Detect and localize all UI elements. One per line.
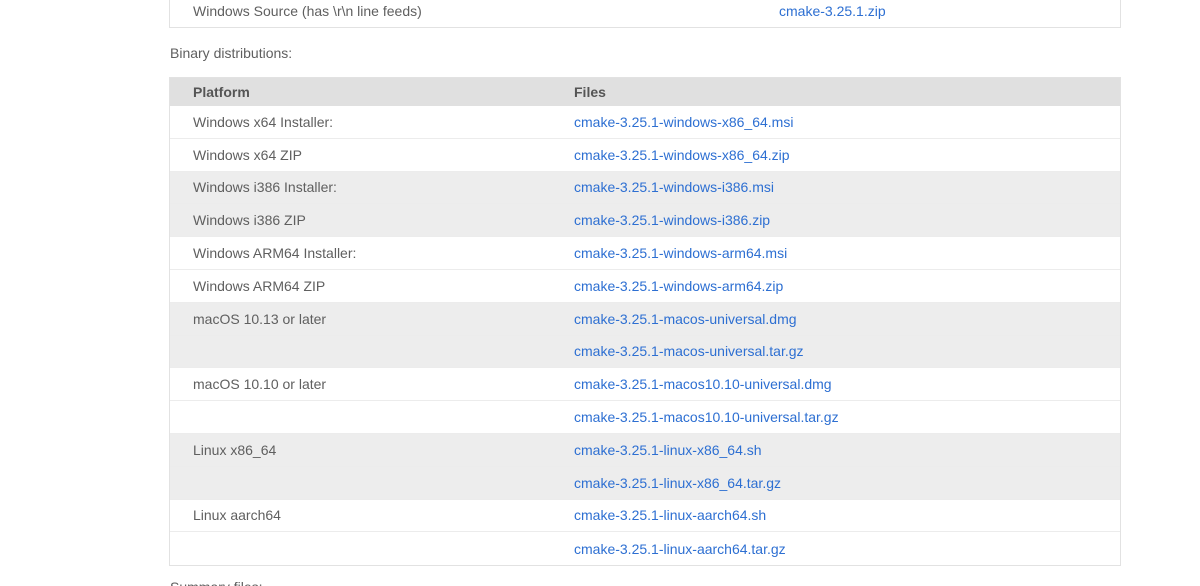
table-row: Linux aarch64 cmake-3.25.1-linux-aarch64.…	[170, 499, 1120, 533]
content-area: Windows Source (has \r\n line feeds) cmak…	[169, 0, 1121, 586]
table-row: Windows i386 Installer: cmake-3.25.1-wind…	[170, 171, 1120, 205]
table-row: macOS 10.13 or later cmake-3.25.1-macos-u…	[170, 302, 1120, 336]
table-row: Windows ARM64 ZIP cmake-3.25.1-windows-ar…	[170, 269, 1120, 303]
table-row: Windows i386 ZIP cmake-3.25.1-windows-i38…	[170, 204, 1120, 238]
platform-column-header: Platform	[170, 78, 551, 106]
table-row: cmake-3.25.1-macos-universal.tar.gz	[170, 335, 1120, 369]
platform-cell: Windows ARM64 Installer:	[170, 237, 551, 270]
file-link[interactable]: cmake-3.25.1-linux-x86_64.tar.gz	[574, 475, 781, 491]
table-row: Windows Source (has \r\n line feeds) cmak…	[170, 0, 1120, 27]
table-row: Linux x86_64 cmake-3.25.1-linux-x86_64.sh	[170, 433, 1120, 467]
summary-files-label: Summary files:	[170, 579, 1119, 586]
file-link[interactable]: cmake-3.25.1-linux-aarch64.sh	[574, 507, 766, 523]
file-link[interactable]: cmake-3.25.1-linux-x86_64.sh	[574, 442, 762, 458]
files-cell: cmake-3.25.1-macos-universal.tar.gz	[551, 335, 1120, 369]
platform-cell	[170, 335, 551, 369]
table-header-row: Platform Files	[170, 78, 1120, 106]
files-cell: cmake-3.25.1-macos-universal.dmg	[551, 302, 1120, 336]
platform-cell: macOS 10.13 or later	[170, 302, 551, 336]
file-link[interactable]: cmake-3.25.1-macos10.10-universal.tar.gz	[574, 409, 839, 425]
files-cell: cmake-3.25.1-windows-arm64.msi	[551, 237, 1120, 270]
platform-cell: Windows ARM64 ZIP	[170, 269, 551, 303]
files-cell: cmake-3.25.1-linux-aarch64.tar.gz	[551, 532, 1120, 566]
file-link[interactable]: cmake-3.25.1-windows-x86_64.zip	[574, 147, 790, 163]
file-link[interactable]: cmake-3.25.1-macos-universal.tar.gz	[574, 343, 804, 359]
table-row: Windows ARM64 Installer: cmake-3.25.1-win…	[170, 237, 1120, 270]
table-row: cmake-3.25.1-macos10.10-universal.tar.gz	[170, 401, 1120, 434]
platform-cell: macOS 10.10 or later	[170, 368, 551, 402]
table-row: Windows x64 ZIP cmake-3.25.1-windows-x86_…	[170, 138, 1120, 172]
files-cell: cmake-3.25.1.zip	[756, 0, 1120, 27]
platform-cell: Windows x64 ZIP	[170, 138, 551, 172]
table-row: Windows x64 Installer: cmake-3.25.1-windo…	[170, 106, 1120, 139]
files-cell: cmake-3.25.1-windows-x86_64.msi	[551, 106, 1120, 139]
files-cell: cmake-3.25.1-linux-x86_64.tar.gz	[551, 466, 1120, 500]
binary-distributions-table: Platform Files Windows x64 Installer: cma…	[169, 77, 1121, 567]
platform-cell: Windows Source (has \r\n line feeds)	[170, 0, 756, 27]
table-row: macOS 10.10 or later cmake-3.25.1-macos10…	[170, 368, 1120, 402]
file-link[interactable]: cmake-3.25.1-windows-i386.msi	[574, 179, 774, 195]
file-link[interactable]: cmake-3.25.1-windows-i386.zip	[574, 212, 770, 228]
files-cell: cmake-3.25.1-linux-x86_64.sh	[551, 433, 1120, 467]
platform-cell	[170, 401, 551, 434]
files-column-header: Files	[551, 78, 1120, 106]
files-cell: cmake-3.25.1-linux-aarch64.sh	[551, 499, 1120, 533]
file-link[interactable]: cmake-3.25.1-linux-aarch64.tar.gz	[574, 541, 786, 557]
file-link[interactable]: cmake-3.25.1-windows-arm64.msi	[574, 245, 787, 261]
platform-cell	[170, 532, 551, 566]
download-page: Windows Source (has \r\n line feeds) cmak…	[0, 0, 1200, 586]
platform-cell: Windows i386 Installer:	[170, 171, 551, 205]
file-link[interactable]: cmake-3.25.1-macos10.10-universal.dmg	[574, 376, 832, 392]
platform-cell: Linux x86_64	[170, 433, 551, 467]
files-cell: cmake-3.25.1-windows-x86_64.zip	[551, 138, 1120, 172]
platform-cell: Windows x64 Installer:	[170, 106, 551, 139]
files-cell: cmake-3.25.1-macos10.10-universal.tar.gz	[551, 401, 1120, 434]
binary-distributions-label: Binary distributions:	[170, 45, 293, 61]
files-cell: cmake-3.25.1-macos10.10-universal.dmg	[551, 368, 1120, 402]
table-row: cmake-3.25.1-linux-x86_64.tar.gz	[170, 466, 1120, 500]
file-link[interactable]: cmake-3.25.1-windows-arm64.zip	[574, 278, 783, 294]
file-link[interactable]: cmake-3.25.1.zip	[779, 3, 886, 19]
files-cell: cmake-3.25.1-windows-i386.zip	[551, 204, 1120, 238]
file-link[interactable]: cmake-3.25.1-windows-x86_64.msi	[574, 114, 793, 130]
platform-cell	[170, 466, 551, 500]
table-row: cmake-3.25.1-linux-aarch64.tar.gz	[170, 532, 1120, 566]
files-cell: cmake-3.25.1-windows-arm64.zip	[551, 269, 1120, 303]
platform-cell: Linux aarch64	[170, 499, 551, 533]
file-link[interactable]: cmake-3.25.1-macos-universal.dmg	[574, 311, 797, 327]
platform-cell: Windows i386 ZIP	[170, 204, 551, 238]
files-cell: cmake-3.25.1-windows-i386.msi	[551, 171, 1120, 205]
source-distributions-table: Windows Source (has \r\n line feeds) cmak…	[169, 0, 1121, 28]
